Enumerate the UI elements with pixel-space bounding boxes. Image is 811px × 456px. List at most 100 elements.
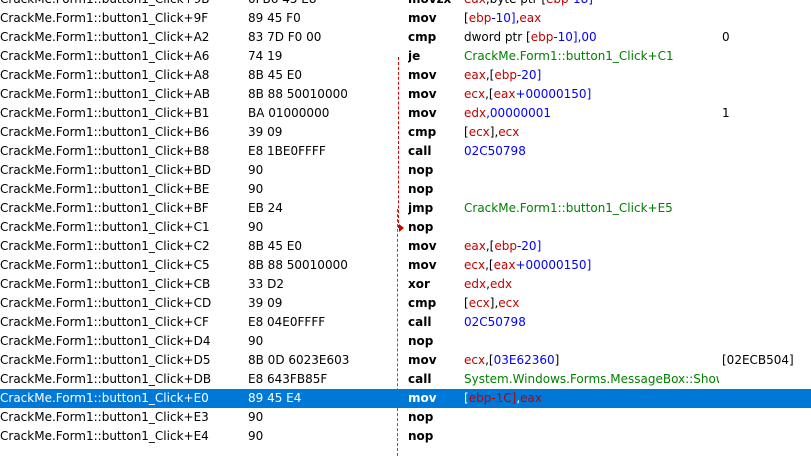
- operand-token: -20]: [516, 239, 542, 253]
- instruction-row[interactable]: CrackMe.Form1::button1_Click+A6 74 19 je Cr…: [0, 47, 811, 66]
- instruction-address: CrackMe.Form1::button1_Click+CD: [0, 296, 212, 310]
- instruction-address: CrackMe.Form1::button1_Click+CF: [0, 315, 209, 329]
- instruction-row[interactable]: CrackMe.Form1::button1_Click+BF EB 24 jmp C…: [0, 199, 811, 218]
- instruction-row[interactable]: CrackMe.Form1::button1_Click+C5 8B 88 500…: [0, 256, 811, 275]
- instruction-row[interactable]: CrackMe.Form1::button1_Click+CB 33 D2 xor e…: [0, 275, 811, 294]
- instruction-row[interactable]: CrackMe.Form1::button1_Click+B6 39 09 cmp […: [0, 123, 811, 142]
- instruction-mnemonic: mov: [408, 239, 437, 253]
- instruction-bytes: 90: [248, 410, 264, 424]
- operand-token: ,[: [485, 258, 494, 272]
- operand-token: ebp: [530, 30, 554, 44]
- operand-token: -1C]: [491, 391, 517, 405]
- instruction-mnemonic: mov: [408, 106, 437, 120]
- instruction-address: CrackMe.Form1::button1_Click+A2: [0, 30, 210, 44]
- operand-token: ecx: [468, 125, 490, 139]
- instruction-row[interactable]: CrackMe.Form1::button1_Click+BE 90 nop: [0, 180, 811, 199]
- operand-token: ],: [489, 125, 499, 139]
- instruction-row[interactable]: CrackMe.Form1::button1_Click+A2 83 7D F0 …: [0, 28, 811, 47]
- instruction-row[interactable]: CrackMe.Form1::button1_Click+CF E8 04E0FF…: [0, 313, 811, 332]
- instruction-comment: 0: [722, 30, 730, 44]
- instruction-address: CrackMe.Form1::button1_Click+C2: [0, 239, 210, 253]
- operand-token: ebp: [546, 0, 569, 6]
- instruction-operands: [ecx],ecx: [464, 123, 719, 142]
- instruction-row[interactable]: CrackMe.Form1::button1_Click+CD 39 09 cmp […: [0, 294, 811, 313]
- instruction-address: CrackMe.Form1::button1_Click+9F: [0, 11, 209, 25]
- instruction-operands: eax,[ebp-20]: [464, 237, 719, 256]
- instruction-mnemonic: xor: [408, 277, 430, 291]
- instruction-row[interactable]: CrackMe.Form1::button1_Click+BD 90 nop: [0, 161, 811, 180]
- instruction-comment: 1: [722, 106, 730, 120]
- instruction-address: CrackMe.Form1::button1_Click+AB: [0, 87, 211, 101]
- instruction-bytes: 90: [248, 220, 264, 234]
- instruction-address: CrackMe.Form1::button1_Click+CB: [0, 277, 211, 291]
- instruction-bytes: 74 19: [248, 49, 283, 63]
- instruction-mnemonic: call: [408, 144, 432, 158]
- operand-token: ,byte ptr [: [486, 0, 546, 6]
- operand-token: ecx: [464, 258, 486, 272]
- operand-token: eax: [519, 11, 542, 25]
- operand-token: dword ptr [: [464, 30, 531, 44]
- disassembly-view[interactable]: CrackMe.Form1::button1_Click+9B0FB6 45 E…: [0, 0, 811, 456]
- instruction-mnemonic: mov: [408, 68, 437, 82]
- instruction-address: CrackMe.Form1::button1_Click+E3: [0, 410, 209, 424]
- instruction-bytes: 8B 45 E0: [248, 68, 302, 82]
- instruction-comment: [02ECB504]: [722, 353, 794, 367]
- operand-token: CrackMe.Form1::button1_Click+E5: [464, 201, 673, 215]
- instruction-operands: ecx,[03E62360]: [464, 351, 719, 370]
- instruction-operands: CrackMe.Form1::button1_Click+E5: [464, 199, 719, 218]
- instruction-row[interactable]: CrackMe.Form1::button1_Click+C1 90 nop: [0, 218, 811, 237]
- instruction-address: CrackMe.Form1::button1_Click+9B: [0, 0, 245, 9]
- instruction-row[interactable]: CrackMe.Form1::button1_Click+C2 8B 45 E0 m…: [0, 237, 811, 256]
- instruction-address: CrackMe.Form1::button1_Click+C1: [0, 220, 210, 234]
- instruction-bytes: 89 45 F0: [248, 11, 301, 25]
- instruction-mnemonic: jmp: [408, 201, 434, 215]
- instruction-mnemonic: mov: [408, 11, 437, 25]
- instruction-mnemonic: nop: [408, 163, 434, 177]
- instruction-row[interactable]: CrackMe.Form1::button1_Click+D4 90 nop: [0, 332, 811, 351]
- operand-token: ebp: [494, 68, 517, 82]
- instruction-mnemonic: cmp: [408, 30, 437, 44]
- instruction-row[interactable]: CrackMe.Form1::button1_Click+DB E8 643FB8…: [0, 370, 811, 389]
- instruction-row[interactable]: CrackMe.Form1::button1_Click+E4 90 nop: [0, 427, 811, 446]
- operand-token: ebp: [468, 11, 492, 25]
- instruction-bytes: 83 7D F0 00: [248, 30, 322, 44]
- operand-token: edx: [464, 106, 487, 120]
- instruction-row[interactable]: CrackMe.Form1::button1_Click+B1 BA 010000…: [0, 104, 811, 123]
- operand-token: eax: [493, 87, 516, 101]
- instruction-row[interactable]: CrackMe.Form1::button1_Click+B8 E8 1BE0FF…: [0, 142, 811, 161]
- operand-token: ecx: [498, 296, 520, 310]
- instruction-bytes: 8B 0D 6023E603: [248, 353, 350, 367]
- instruction-row[interactable]: CrackMe.Form1::button1_Click+E0 89 45 E4 m…: [0, 389, 811, 408]
- instruction-address: CrackMe.Form1::button1_Click+C5: [0, 258, 210, 272]
- instruction-address: CrackMe.Form1::button1_Click+D5: [0, 353, 211, 367]
- instruction-row[interactable]: CrackMe.Form1::button1_Click+9B0FB6 45 E…: [0, 0, 811, 9]
- instruction-operands: edx,00000001: [464, 104, 719, 123]
- operand-token: System.Windows.Forms.MessageBox::Show: [464, 372, 719, 386]
- instruction-row[interactable]: CrackMe.Form1::button1_Click+E3 90 nop: [0, 408, 811, 427]
- instruction-row[interactable]: CrackMe.Form1::button1_Click+D5 8B 0D 602…: [0, 351, 811, 370]
- operand-token: ebp: [468, 391, 492, 405]
- instruction-address: CrackMe.Form1::button1_Click+DB: [0, 372, 212, 386]
- instruction-mnemonic: cmp: [408, 296, 437, 310]
- instruction-row[interactable]: CrackMe.Form1::button1_Click+A8 8B 45 E0 m…: [0, 66, 811, 85]
- instruction-mnemonic: cmp: [408, 125, 437, 139]
- instruction-mnemonic: mov: [408, 258, 437, 272]
- instruction-row[interactable]: CrackMe.Form1::button1_Click+9F 89 45 F0 m…: [0, 9, 811, 28]
- instruction-bytes: E8 1BE0FFFF: [248, 144, 326, 158]
- instruction-row[interactable]: CrackMe.Form1::button1_Click+AB 8B 88 500…: [0, 85, 811, 104]
- instruction-operands: ecx,[eax+00000150]: [464, 256, 719, 275]
- operand-token: ],: [489, 296, 499, 310]
- instruction-bytes: 89 45 E4: [248, 391, 302, 405]
- instruction-mnemonic: je: [408, 49, 421, 63]
- instruction-mnemonic: mov: [408, 391, 437, 405]
- instruction-mnemonic: movzx: [408, 0, 463, 9]
- operand-token: ,[: [485, 353, 494, 367]
- operand-token: -18]: [569, 0, 593, 6]
- instruction-address: CrackMe.Form1::button1_Click+B8: [0, 144, 210, 158]
- instruction-address: CrackMe.Form1::button1_Click+A8: [0, 68, 210, 82]
- operand-token: ,[: [485, 87, 494, 101]
- operand-token: ]: [554, 353, 560, 367]
- instruction-mnemonic: nop: [408, 410, 434, 424]
- operand-token: +00000150]: [515, 87, 592, 101]
- instruction-operands: [ebp-10],eax: [464, 9, 719, 28]
